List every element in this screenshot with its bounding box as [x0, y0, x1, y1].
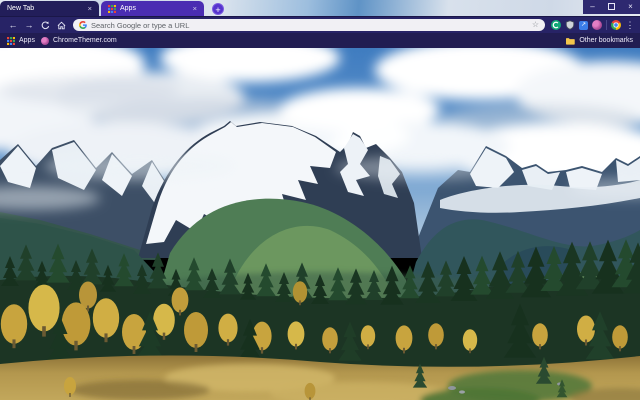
- tab-new-tab[interactable]: New Tab ×: [0, 1, 99, 16]
- tab-close-icon[interactable]: ×: [88, 5, 92, 13]
- reload-icon[interactable]: [37, 20, 53, 30]
- tab-close-icon[interactable]: ×: [193, 5, 197, 13]
- maximize-button[interactable]: [606, 2, 618, 12]
- tab-strip: New Tab × Apps × + – ×: [0, 0, 640, 16]
- chromethemer-favicon: [40, 36, 49, 45]
- omnibox-input[interactable]: [91, 20, 528, 30]
- extension-blue-arrow-icon[interactable]: ↗: [579, 20, 588, 30]
- window-controls: – ×: [583, 0, 640, 14]
- folder-icon: [565, 37, 576, 45]
- apps-grid-icon: [108, 4, 116, 13]
- extensions-area: ↗ ⋮: [551, 20, 635, 30]
- close-button[interactable]: ×: [625, 3, 637, 11]
- other-bookmarks-label: Other bookmarks: [579, 37, 633, 44]
- bookmark-apps[interactable]: Apps: [7, 36, 35, 45]
- toolbar: ← → ☆: [0, 16, 640, 33]
- tab-label: New Tab: [7, 5, 35, 12]
- menu-icon[interactable]: ⋮: [625, 20, 635, 30]
- bookmark-star-icon[interactable]: ☆: [532, 21, 539, 29]
- extension-shield-icon[interactable]: [565, 20, 575, 30]
- extensions-separator: [606, 20, 607, 30]
- home-icon[interactable]: [53, 21, 69, 30]
- bookmark-label: Apps: [19, 37, 35, 44]
- tab-label: Apps: [120, 5, 136, 12]
- chrome-logo-icon[interactable]: [611, 20, 621, 30]
- bookmark-chromethemer[interactable]: ChromeThemer.com: [40, 36, 117, 45]
- new-tab-button[interactable]: +: [212, 3, 224, 15]
- bookmarks-bar: Apps ChromeThemer.com Other bookmarks: [0, 33, 640, 48]
- other-bookmarks-button[interactable]: Other bookmarks: [565, 37, 633, 45]
- mountain-landscape-image: [0, 48, 640, 400]
- tab-apps[interactable]: Apps ×: [101, 1, 204, 16]
- bookmark-label: ChromeThemer.com: [52, 37, 117, 44]
- new-tab-wallpaper: [0, 48, 640, 400]
- extension-green-circle-icon[interactable]: [551, 20, 561, 30]
- google-g-icon: [79, 21, 87, 29]
- omnibox[interactable]: ☆: [73, 19, 545, 31]
- forward-icon[interactable]: →: [21, 20, 37, 30]
- back-icon[interactable]: ←: [5, 20, 21, 30]
- minimize-button[interactable]: –: [587, 3, 599, 11]
- extension-pink-circle-icon[interactable]: [592, 20, 602, 30]
- browser-window: New Tab × Apps × + – × ← → Search Google…: [0, 0, 640, 400]
- apps-grid-icon: [7, 36, 15, 45]
